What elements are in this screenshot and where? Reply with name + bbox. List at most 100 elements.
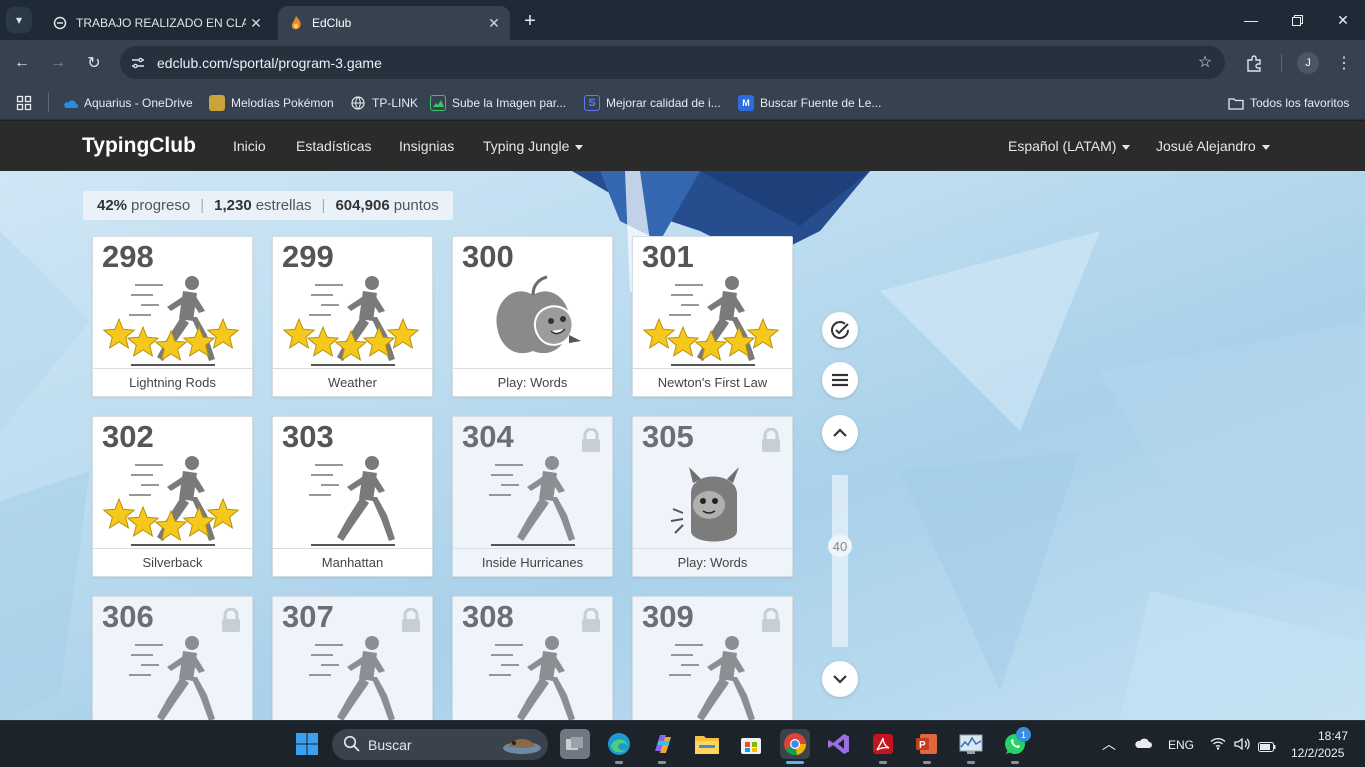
bookmark-label: Todos los favoritos (1250, 96, 1350, 110)
lesson-card-302[interactable]: 302 Silverback (92, 416, 253, 577)
site-info-icon[interactable] (129, 54, 147, 72)
copilot-icon[interactable] (648, 729, 678, 759)
file-explorer-icon[interactable] (692, 729, 722, 759)
page-favicon-icon (52, 15, 68, 31)
browser-menu-icon[interactable]: ⋮ (1330, 49, 1358, 77)
lesson-card-305[interactable]: 305 Play: Words (632, 416, 793, 577)
runner-icon (273, 453, 432, 549)
running-indicator (879, 761, 887, 764)
check-progress-button[interactable] (822, 312, 858, 348)
bookmarks-divider (48, 92, 49, 112)
performance-monitor-icon[interactable] (956, 729, 986, 759)
bookmark-tplink[interactable]: TP-LINK (350, 92, 418, 114)
pokemon-icon (209, 95, 225, 111)
extensions-icon[interactable] (1240, 49, 1268, 77)
tab-trabajo[interactable]: TRABAJO REALIZADO EN CLASE ✕ (40, 6, 272, 40)
lesson-card-300[interactable]: 300 Play: Words (452, 236, 613, 397)
lesson-name: Play: Words (453, 368, 612, 396)
lesson-number: 301 (642, 239, 694, 274)
typingclub-logo[interactable]: TypingClub (82, 134, 196, 158)
runner-icon (633, 273, 792, 369)
nav-estadisticas[interactable]: Estadísticas (296, 138, 371, 154)
runner-figure (309, 636, 395, 720)
apple-game-icon (453, 273, 612, 369)
language-selector[interactable]: Español (LATAM) (1008, 138, 1131, 154)
nav-typing-jungle[interactable]: Typing Jungle (483, 138, 584, 154)
show-hidden-icons-chevron-icon[interactable]: ︿ (1102, 734, 1116, 754)
lesson-card-307[interactable]: 307 (272, 596, 433, 720)
language-indicator[interactable]: ENG (1168, 738, 1194, 752)
back-button[interactable]: ← (8, 49, 36, 77)
bookmark-pokemon[interactable]: Melodías Pokémon (209, 92, 334, 114)
tab-title: EdClub (312, 16, 352, 30)
lesson-name: Lightning Rods (93, 368, 252, 396)
close-window-button[interactable]: ✕ (1320, 0, 1365, 40)
task-view-icon[interactable] (560, 729, 590, 759)
menu-list-button[interactable] (822, 362, 858, 398)
lesson-card-303[interactable]: 303 Manhattan (272, 416, 433, 577)
tab-search-button[interactable]: ▾ (6, 7, 32, 33)
nav-inicio[interactable]: Inicio (233, 138, 266, 154)
visual-studio-icon[interactable] (824, 729, 854, 759)
bookmark-label: Aquarius - OneDrive (84, 96, 193, 110)
page-slider-handle[interactable]: 40 (828, 535, 852, 557)
chrome-icon[interactable] (780, 729, 810, 759)
profile-avatar[interactable]: J (1297, 52, 1319, 74)
clock-time[interactable]: 18:47 (1318, 729, 1348, 743)
bookmark-label: Sube la Imagen par... (452, 96, 567, 110)
lesson-number: 305 (642, 419, 694, 454)
tab-edclub[interactable]: EdClub ✕ (278, 6, 510, 40)
battery-icon[interactable] (1258, 739, 1276, 757)
address-bar[interactable]: edclub.com/sportal/program-3.game ☆ (120, 46, 1225, 79)
points-label: puntos (393, 197, 439, 214)
lesson-card-301[interactable]: 301 Newton's First Law (632, 236, 793, 397)
stars-total: 1,230 (214, 197, 252, 214)
taskbar-search[interactable]: Buscar (332, 729, 548, 760)
bookmark-sube-imagen[interactable]: Sube la Imagen par... (430, 92, 566, 114)
bookmark-star-icon[interactable]: ☆ (1195, 52, 1215, 72)
monster-character (670, 467, 739, 542)
windows-start-icon[interactable] (292, 729, 322, 759)
lesson-card-304[interactable]: 304 Inside Hurricanes (452, 416, 613, 577)
powerpoint-icon[interactable]: P (912, 729, 942, 759)
all-bookmarks-folder[interactable]: Todos los favoritos (1228, 92, 1349, 114)
lesson-card-306[interactable]: 306 (92, 596, 253, 720)
lesson-card-308[interactable]: 308 (452, 596, 613, 720)
scroll-up-button[interactable] (822, 415, 858, 451)
onedrive-cloud-icon[interactable] (1134, 736, 1152, 754)
minimize-button[interactable]: — (1228, 0, 1274, 40)
edge-icon[interactable] (604, 729, 634, 759)
close-tab-icon[interactable]: ✕ (246, 13, 266, 33)
lesson-card-298[interactable]: 298 Lightning Rods (92, 236, 253, 397)
star-icon (206, 497, 240, 529)
lesson-name: Weather (273, 368, 432, 396)
wifi-icon[interactable] (1210, 737, 1226, 755)
bookmark-label: Mejorar calidad de i... (606, 96, 721, 110)
new-tab-button[interactable]: + (518, 9, 542, 33)
lesson-card-299[interactable]: 299 Weather (272, 236, 433, 397)
reload-button[interactable]: ↻ (80, 49, 108, 77)
bookmark-aquarius[interactable]: Aquarius - OneDrive (62, 92, 193, 114)
microsoft-store-icon[interactable] (736, 729, 766, 759)
toolbar-divider (1281, 54, 1282, 72)
bookmark-mejorar[interactable]: S Mejorar calidad de i... (584, 92, 721, 114)
lesson-card-309[interactable]: 309 (632, 596, 793, 720)
nav-insignias[interactable]: Insignias (399, 138, 454, 154)
volume-icon[interactable] (1234, 737, 1250, 756)
folder-icon (1228, 95, 1244, 111)
page-slider-track[interactable] (832, 475, 848, 647)
restore-button[interactable] (1274, 0, 1320, 40)
apps-grid-icon[interactable] (16, 92, 32, 114)
runner-icon (93, 453, 252, 549)
clock-date[interactable]: 12/2/2025 (1291, 746, 1344, 760)
lesson-number: 304 (462, 419, 514, 454)
scroll-down-button[interactable] (822, 661, 858, 697)
user-menu[interactable]: Josué Alejandro (1156, 138, 1270, 154)
bookmark-buscar-fuente[interactable]: M Buscar Fuente de Le... (738, 92, 881, 114)
running-indicator (967, 761, 975, 764)
acrobat-icon[interactable] (868, 729, 898, 759)
star-icon (386, 317, 420, 349)
forward-button[interactable]: → (44, 49, 72, 77)
lesson-number: 308 (462, 599, 514, 634)
close-tab-icon[interactable]: ✕ (484, 13, 504, 33)
